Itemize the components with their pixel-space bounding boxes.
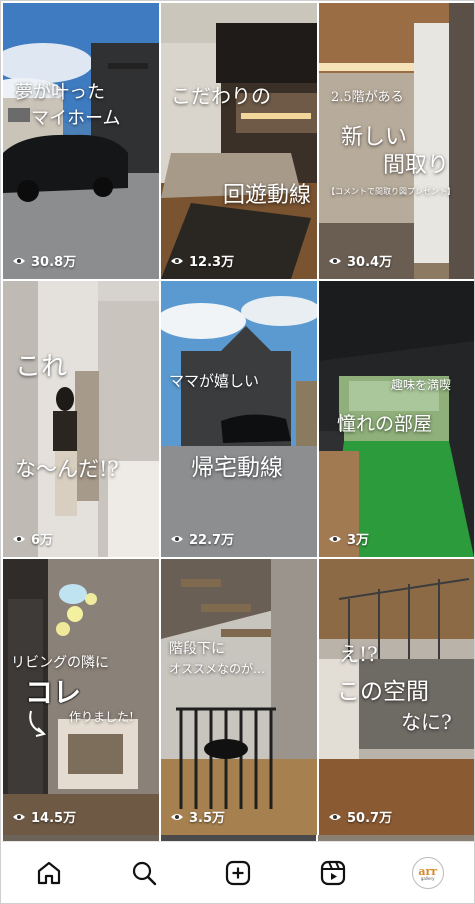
bottom-tab-bar: arr gallery xyxy=(2,841,474,903)
view-count-value: 22.7万 xyxy=(189,533,235,548)
view-count: 30.8万 xyxy=(12,251,76,270)
post-tile[interactable]: こだわりの 回遊動線 12.3万 xyxy=(161,3,317,279)
post-tile[interactable]: え!? この空間 なに? 50.7万 xyxy=(319,559,474,835)
view-count-value: 30.4万 xyxy=(347,255,393,270)
profile-grid-screen: 夢が叶った マイホーム 30.8万 こだわりの 回遊動線 12.3万 2.5階が… xyxy=(0,0,475,904)
post-caption-line: この空間 xyxy=(337,679,429,705)
post-caption-line: 憧れの部屋 xyxy=(337,413,433,435)
view-count: 6万 xyxy=(12,529,53,548)
avatar-logo-text: arr xyxy=(418,864,438,878)
tab-home[interactable] xyxy=(29,853,69,893)
post-tile[interactable]: 趣味を満喫 憧れの部屋 3万 xyxy=(319,281,474,557)
tab-search[interactable] xyxy=(124,853,164,893)
view-count-value: 50.7万 xyxy=(347,811,393,826)
avatar-logo-subtext: gallery xyxy=(420,875,435,881)
views-eye-icon xyxy=(329,257,341,264)
post-caption-line: 回遊動線 xyxy=(223,183,312,208)
post-thumbnail xyxy=(161,3,317,279)
views-eye-icon xyxy=(329,535,341,542)
post-caption-line: 2.5階がある xyxy=(331,90,404,105)
post-tile[interactable]: 階段下に オススメなのが… 3.5万 xyxy=(161,559,317,835)
post-caption-line: 【コメントで間取り図プレゼント】 xyxy=(327,187,455,196)
view-count: 22.7万 xyxy=(170,529,234,548)
view-count-value: 3.5万 xyxy=(189,811,226,826)
tab-profile[interactable]: arr gallery xyxy=(408,853,448,893)
curved-arrow-icon xyxy=(29,710,46,737)
post-tile[interactable]: リビングの隣に コレ 作りました! 14.5万 xyxy=(3,559,159,835)
views-eye-icon xyxy=(13,813,25,820)
view-count: 12.3万 xyxy=(170,251,234,270)
posts-grid: 夢が叶った マイホーム 30.8万 こだわりの 回遊動線 12.3万 2.5階が… xyxy=(3,3,474,841)
post-tile[interactable]: ママが嬉しい 帰宅動線 22.7万 xyxy=(161,281,317,557)
profile-avatar: arr gallery xyxy=(411,857,444,889)
post-thumbnail xyxy=(3,3,159,279)
post-caption-line: 夢が叶った xyxy=(15,82,105,103)
view-count: 30.4万 xyxy=(328,251,392,270)
search-icon xyxy=(132,861,157,886)
post-caption-line: ママが嬉しい xyxy=(169,372,260,390)
post-caption-line: 新しい xyxy=(341,125,408,150)
post-caption-line: え!? xyxy=(339,642,378,666)
post-thumbnail xyxy=(161,281,317,557)
post-thumbnail xyxy=(161,559,317,835)
views-eye-icon xyxy=(13,257,25,264)
tab-reels[interactable] xyxy=(313,853,353,893)
home-icon xyxy=(38,861,61,885)
post-caption-line: マイホーム xyxy=(31,108,121,129)
post-caption-line: こだわりの xyxy=(171,84,271,108)
view-count: 3万 xyxy=(328,529,369,548)
post-caption-line: オススメなのが… xyxy=(169,662,266,676)
view-count: 3.5万 xyxy=(170,807,225,826)
post-tile[interactable]: これ な〜んだ!? 6万 xyxy=(3,281,159,557)
view-count: 14.5万 xyxy=(12,807,76,826)
reels-icon xyxy=(320,860,346,886)
post-caption-line: これ xyxy=(15,352,68,382)
post-caption-line: コレ xyxy=(25,676,82,709)
post-caption-line: なに? xyxy=(401,710,452,734)
post-caption-line: 趣味を満喫 xyxy=(391,378,452,392)
post-tile[interactable]: 夢が叶った マイホーム 30.8万 xyxy=(3,3,159,279)
views-eye-icon xyxy=(171,813,183,820)
views-eye-icon xyxy=(171,257,183,264)
post-caption-line: な〜んだ!? xyxy=(15,457,119,481)
create-post-icon xyxy=(226,860,251,886)
view-count-value: 14.5万 xyxy=(31,811,77,826)
post-thumbnail xyxy=(3,281,159,557)
post-tile[interactable]: 2.5階がある 新しい 間取り 【コメントで間取り図プレゼント】 30.4万 xyxy=(319,3,474,279)
post-caption-line: 作りました! xyxy=(69,710,134,724)
post-caption-line: 帰宅動線 xyxy=(191,455,283,481)
post-caption-line: リビングの隣に xyxy=(11,655,109,671)
views-eye-icon xyxy=(13,535,25,542)
tab-create[interactable] xyxy=(218,853,258,893)
view-count: 50.7万 xyxy=(328,807,392,826)
post-caption-line: 階段下に xyxy=(169,641,225,657)
views-eye-icon xyxy=(171,535,183,542)
views-eye-icon xyxy=(329,813,341,820)
view-count-value: 3万 xyxy=(347,533,370,548)
post-caption-line: 間取り xyxy=(383,153,450,178)
view-count-value: 12.3万 xyxy=(189,255,235,270)
view-count-value: 30.8万 xyxy=(31,255,77,270)
view-count-value: 6万 xyxy=(31,533,54,548)
